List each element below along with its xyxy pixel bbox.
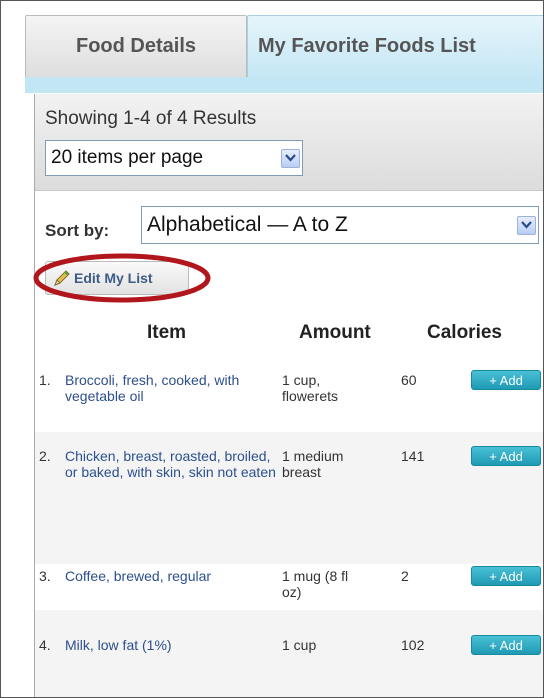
list-item: 2. Chicken, breast, roasted, broiled, or… xyxy=(35,432,543,564)
favorite-foods-widget: Food Details My Favorite Foods List Show… xyxy=(0,0,544,698)
row-number: 2. xyxy=(39,448,51,464)
items-per-page-select[interactable]: 20 items per page xyxy=(45,140,303,176)
food-calories: 102 xyxy=(401,637,425,653)
column-header-item: Item xyxy=(147,322,187,343)
food-amount: 1 medium breast xyxy=(282,448,344,480)
tab-my-favorite-foods-list[interactable]: My Favorite Foods List xyxy=(247,15,543,77)
food-calories: 60 xyxy=(401,372,417,388)
add-button[interactable]: + Add xyxy=(471,370,541,390)
food-link[interactable]: Broccoli, fresh, cooked, with vegetable … xyxy=(65,372,280,404)
row-number: 4. xyxy=(39,637,51,653)
row-number: 1. xyxy=(39,372,51,388)
sort-by-value: Alphabetical — A to Z xyxy=(147,213,348,236)
tab-food-details[interactable]: Food Details xyxy=(25,15,247,77)
results-count: Showing 1-4 of 4 Results xyxy=(45,108,257,129)
items-per-page-value: 20 items per page xyxy=(51,147,204,168)
sort-by-select[interactable]: Alphabetical — A to Z xyxy=(141,206,539,244)
chevron-down-icon[interactable] xyxy=(517,215,536,235)
highlight-ring xyxy=(33,253,211,303)
tab-label: Food Details xyxy=(75,35,196,57)
food-amount: 1 mug (8 fl oz) xyxy=(282,568,349,600)
column-header-amount: Amount xyxy=(299,322,371,343)
food-link[interactable]: Milk, low fat (1%) xyxy=(65,637,280,653)
results-summary-box: Showing 1-4 of 4 Results 20 items per pa… xyxy=(35,94,543,191)
favorites-panel: Showing 1-4 of 4 Results 20 items per pa… xyxy=(33,94,543,697)
food-link[interactable]: Chicken, breast, roasted, broiled, or ba… xyxy=(65,448,280,480)
chevron-down-icon[interactable] xyxy=(281,148,300,168)
add-button[interactable]: + Add xyxy=(471,446,541,466)
row-number: 3. xyxy=(39,568,51,584)
add-button[interactable]: + Add xyxy=(471,635,541,655)
food-link[interactable]: Coffee, brewed, regular xyxy=(65,568,280,584)
add-button[interactable]: + Add xyxy=(471,566,541,586)
food-calories: 2 xyxy=(401,568,409,584)
food-amount: 1 cup, flowerets xyxy=(282,372,339,404)
tab-content-bar xyxy=(25,77,543,93)
food-calories: 141 xyxy=(401,448,425,464)
list-item: 1. Broccoli, fresh, cooked, with vegetab… xyxy=(35,370,543,430)
sort-by-label: Sort by: xyxy=(45,221,110,240)
tab-label: My Favorite Foods List xyxy=(258,35,476,57)
column-header-calories: Calories xyxy=(427,322,502,343)
list-item: 4. Milk, low fat (1%) 1 cup 102 + Add xyxy=(35,610,543,697)
food-amount: 1 cup xyxy=(282,637,317,653)
